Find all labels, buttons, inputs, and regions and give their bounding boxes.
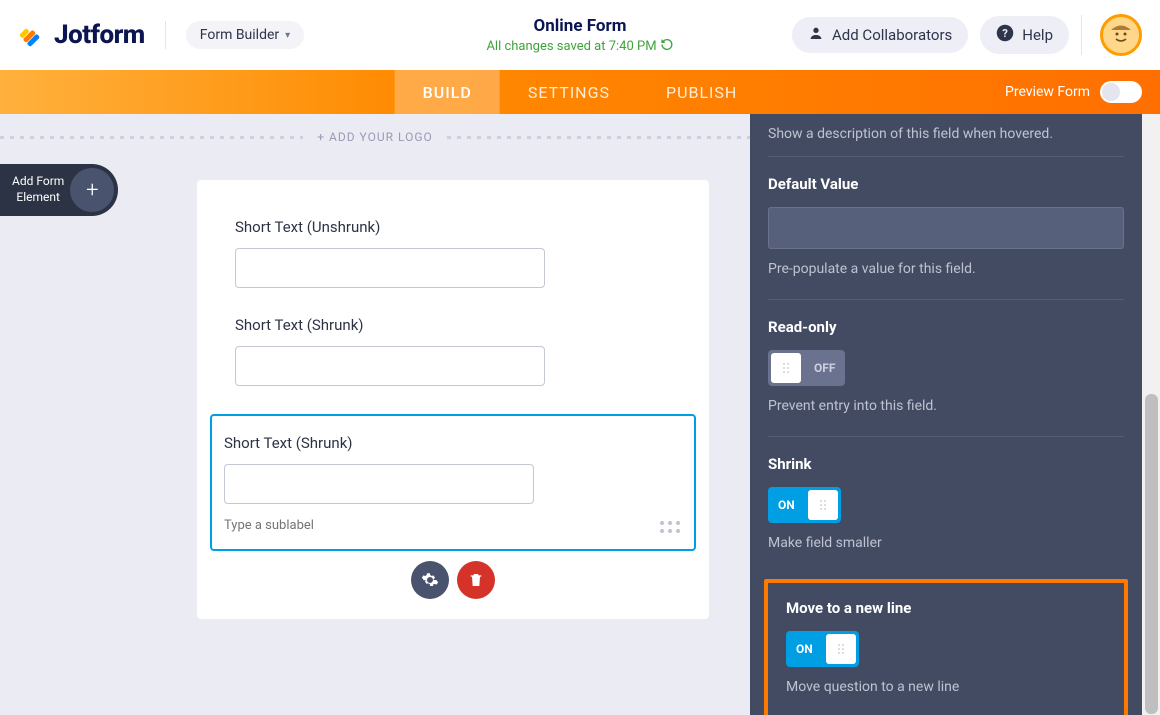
svg-text:?: ? — [1002, 27, 1008, 40]
default-value-section: Default Value Pre-populate a value for t… — [768, 157, 1124, 300]
form-title[interactable]: Online Form — [486, 16, 673, 36]
dashed-line — [447, 136, 750, 139]
section-title: Move to a new line — [786, 599, 1106, 617]
toggle-knob-icon — [808, 490, 838, 520]
save-status: All changes saved at 7:40 PM — [486, 38, 673, 55]
field-label: Short Text (Shrunk) — [235, 316, 671, 334]
section-title: Default Value — [768, 175, 1124, 193]
text-input[interactable] — [235, 248, 545, 288]
section-title: Read-only — [768, 318, 1124, 336]
help-button[interactable]: ? Help — [980, 16, 1069, 54]
field-delete-button[interactable] — [457, 561, 495, 599]
header-center: Online Form All changes saved at 7:40 PM — [486, 16, 673, 55]
plus-icon: + — [70, 168, 114, 212]
field-label: Short Text (Shrunk) — [224, 434, 660, 452]
text-input[interactable] — [224, 464, 534, 504]
section-help: Move question to a new line — [786, 679, 1106, 695]
add-form-element-button[interactable]: Add FormElement + — [0, 164, 118, 216]
scrollbar-track[interactable] — [1142, 114, 1160, 715]
shrink-section: Shrink ON Make field smaller — [768, 437, 1124, 573]
toggle-knob-icon — [826, 634, 856, 664]
main-tabs: BUILD SETTINGS PUBLISH — [395, 70, 766, 114]
toggle-state-label: ON — [768, 498, 805, 512]
tab-bar: BUILD SETTINGS PUBLISH Preview Form — [0, 70, 1160, 114]
toggle-knob-icon — [771, 353, 801, 383]
add-collaborators-button[interactable]: Add Collaborators — [792, 17, 968, 53]
field-label: Short Text (Unshrunk) — [235, 218, 671, 236]
add-logo-row[interactable]: + ADD YOUR LOGO — [0, 114, 750, 160]
header-right: Add Collaborators ? Help — [792, 14, 1142, 56]
app-header: Jotform Form Builder ▾ Online Form All c… — [0, 0, 1160, 70]
section-help: Pre-populate a value for this field. — [768, 261, 1124, 277]
toggle-state-label: ON — [786, 642, 823, 656]
properties-panel: Show a description of this field when ho… — [750, 114, 1142, 715]
form-field[interactable]: Short Text (Unshrunk) — [235, 218, 671, 288]
field-actions — [210, 561, 696, 599]
add-logo-label: + ADD YOUR LOGO — [303, 130, 447, 144]
section-title: Shrink — [768, 455, 1124, 473]
readonly-toggle[interactable]: OFF — [768, 350, 845, 386]
chevron-down-icon: ▾ — [285, 30, 290, 41]
dashed-line — [0, 136, 303, 139]
brand-logo[interactable]: Jotform — [18, 20, 145, 50]
builder-label: Form Builder — [200, 27, 279, 43]
default-value-input[interactable] — [768, 207, 1124, 249]
preview-toggle[interactable] — [1100, 81, 1142, 103]
field-settings-button[interactable] — [411, 561, 449, 599]
section-help: Make field smaller — [768, 535, 1124, 551]
form-field[interactable]: Short Text (Shrunk) — [235, 316, 671, 386]
shrink-toggle[interactable]: ON — [768, 487, 841, 523]
scrollbar-thumb[interactable] — [1145, 394, 1158, 714]
toggle-state-label: OFF — [804, 361, 845, 375]
pencil-icon — [18, 20, 48, 50]
person-icon — [808, 25, 824, 45]
revert-icon[interactable] — [661, 38, 674, 55]
tab-settings[interactable]: SETTINGS — [500, 70, 638, 114]
hover-description-help: Show a description of this field when ho… — [768, 114, 1124, 157]
sublabel-input[interactable] — [224, 518, 486, 533]
readonly-section: Read-only OFF Prevent entry into this fi… — [768, 300, 1124, 437]
drag-handle-icon[interactable] — [660, 521, 680, 533]
form-canvas: Short Text (Unshrunk) Short Text (Shrunk… — [197, 180, 709, 619]
add-element-label: Add FormElement — [0, 174, 70, 205]
form-field-selected[interactable]: Short Text (Shrunk) — [210, 414, 696, 551]
tab-publish[interactable]: PUBLISH — [638, 70, 765, 114]
builder-selector[interactable]: Form Builder ▾ — [186, 21, 304, 49]
help-icon: ? — [996, 24, 1014, 46]
move-new-line-section: Move to a new line ON Move question to a… — [764, 579, 1128, 715]
text-input[interactable] — [235, 346, 545, 386]
section-help: Prevent entry into this field. — [768, 398, 1124, 414]
preview-label: Preview Form — [1005, 84, 1090, 100]
divider — [1081, 15, 1082, 55]
divider — [165, 21, 166, 49]
brand-name: Jotform — [54, 20, 145, 50]
tab-build[interactable]: BUILD — [395, 70, 500, 114]
user-avatar[interactable] — [1100, 14, 1142, 56]
form-stage: + ADD YOUR LOGO Add FormElement + Short … — [0, 114, 750, 715]
preview-form-control: Preview Form — [1005, 81, 1160, 103]
move-new-line-toggle[interactable]: ON — [786, 631, 859, 667]
